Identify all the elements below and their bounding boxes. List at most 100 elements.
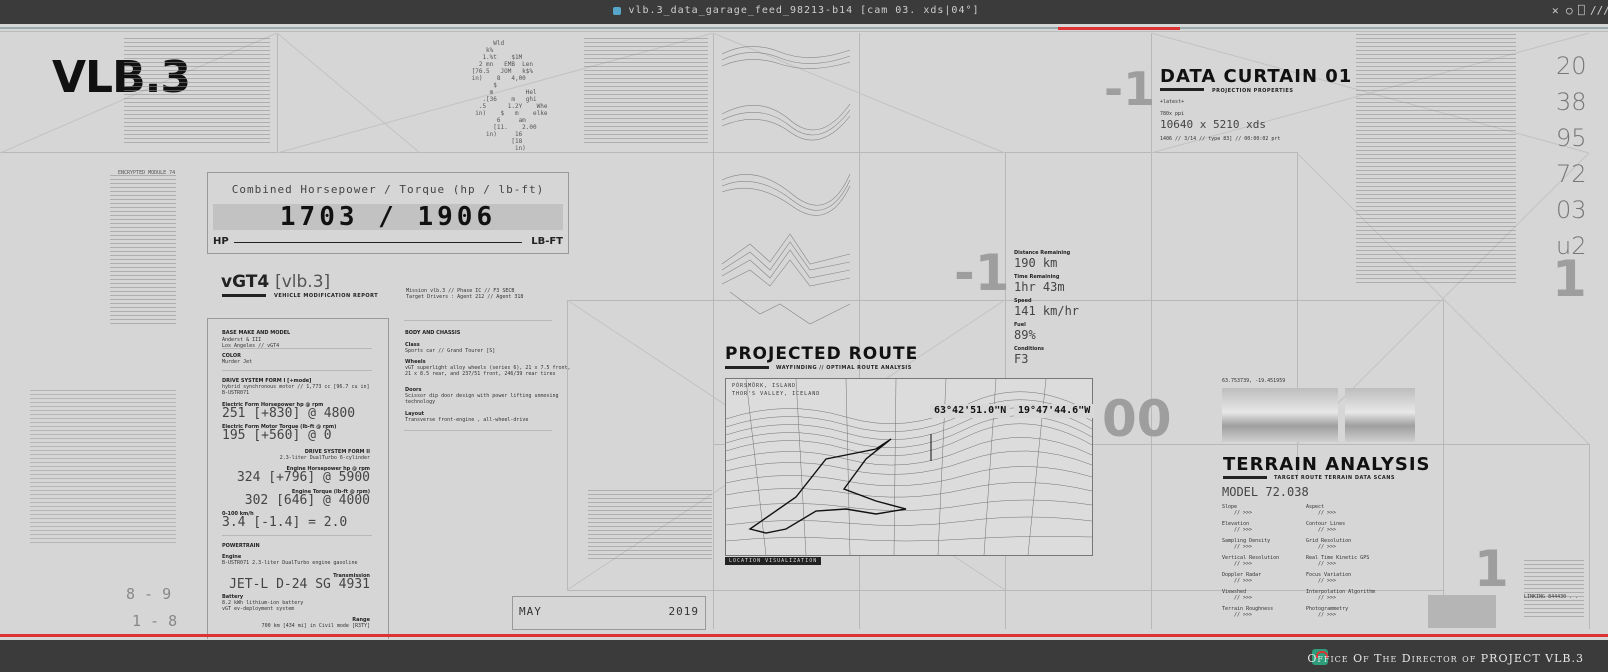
right-number: 72 [1556,160,1587,188]
terrain-param-value: // >>> [1318,561,1337,567]
drive2-value: 2.3-liter DualTurbo 6-cylinder [279,455,370,461]
terrain-param-value: // >>> [1234,510,1253,516]
big-number-b: -1 [954,244,1010,302]
terrain-param-value: // >>> [1318,578,1337,584]
right-numbers: 20 38 95 72 03 u2 [1556,48,1587,264]
latitude-readout: 63°42'51.0"N [930,404,1011,418]
terrain-param-value: // >>> [1234,527,1253,533]
data-curtain-title: DATA CURTAIN 01 [1160,66,1353,87]
divider [404,320,552,321]
range-value: 700 km [434 mi] in Civil mode [R3TY] [261,623,370,629]
divider [404,430,552,431]
terrain-right-list: Aspect// >>> Contour Lines// >>> Grid Re… [1306,504,1375,623]
powertrain-label: POWERTRAIN [222,543,260,549]
terrain-wireframes [721,46,851,325]
stat-value: 190 km [1014,256,1058,270]
big-number-a: -1 [1104,62,1156,116]
base-label: BASE MAKE AND MODEL [222,330,291,336]
divider [222,348,372,349]
terrain-param-value: // >>> [1318,510,1337,516]
terrain-param-value: // >>> [1318,612,1337,618]
text-column [1524,560,1584,620]
route-subtitle: WAYFINDING // OPTIMAL ROUTE ANALYSIS [776,365,912,371]
data-curtain-subtitle: PROJECTION PROPERTIES [1212,88,1294,94]
terrain-thumbnail [1428,595,1496,628]
title-underline [1223,476,1267,479]
big-number-d: 1 [1474,540,1509,598]
divider [222,535,372,536]
etq-value: 195 [+560] @ 0 [222,428,332,443]
right-number: u2 [1556,232,1587,260]
hp-unit: HP [213,236,229,247]
horsepower-panel: Combined Horsepower / Torque (hp / lb-ft… [207,172,569,254]
place-secondary: THOR'S VALLEY, ICELAND [732,391,821,397]
engine-value: B-USTR071 2.3-liter DualTurbo engine gas… [222,560,358,566]
terrain-param-value: // >>> [1234,612,1253,618]
horsepower-value: 1703 / 1906 [213,204,563,230]
curtain-meta: 1406 // 3/14 // type 83] // 00:00:02 prt [1160,136,1281,142]
progress-marker [1058,27,1180,30]
color-value: Murder Jet [222,359,253,365]
title-underline [725,366,769,369]
stat-value: F3 [1014,352,1029,366]
right-number: 03 [1556,196,1587,224]
body-label: BODY AND CHASSIS [405,330,461,336]
class-value: Sports car // Grand Tourer [S] [405,348,496,354]
unit-rule [234,242,522,243]
terrain-param: Real Time Kinetic GPS [1306,555,1370,561]
report-meta-2: Target Drivers : Agent 212 // Agent 318 [406,294,524,300]
left-number-b: 1 - 8 [132,612,178,630]
stat-value: 141 km/hr [1014,304,1080,318]
terrain-coords: 63.753739, -19.451959 [1222,378,1286,384]
date-month: MAY [519,605,542,618]
close-icon[interactable]: ✕ [1552,4,1559,17]
stat-value: 89% [1014,328,1036,342]
terrain-param-value: // >>> [1318,595,1337,601]
ppi-value: 780x ppi [1160,111,1185,117]
terrain-param-value: // >>> [1318,527,1337,533]
ehp2-value: 324 [+796] @ 5900 [236,470,370,485]
place-primary: PÓRSMÖRK, ISLAND [732,383,797,389]
footer-text: Office Of The Director of PROJECT VLB.3 [1307,652,1584,665]
report-subtitle: VEHICLE MODIFICATION REPORT [274,293,379,299]
longitude-readout: 19°47'44.6"W [1014,404,1095,418]
terrain-param-value: // >>> [1234,578,1253,584]
big-number-c: 00 [1102,390,1172,448]
right-number: 20 [1556,52,1587,80]
latest-label: +latest+ [1160,99,1185,105]
divider [222,370,372,371]
etq2-value: 302 [646] @ 4000 [244,493,370,508]
trans-value: JET-L D-24 SG 4931 [229,577,370,592]
text-column [110,175,176,325]
terrain-left-list: Slope// >>> Elevation// >>> Sampling Den… [1222,504,1279,623]
lbft-unit: LB-FT [531,236,563,247]
menu-icon[interactable]: /// [1590,4,1608,17]
terrain-photo-1 [1222,388,1338,442]
drive1-value: hybrid synchronous motor // 1,773 cc [96… [222,384,370,396]
window-icon[interactable]: ⎕ [1578,4,1585,17]
location-visualization-tag: LOCATION VISUALIZATION [725,557,822,565]
terrain-param-value: // >>> [1234,595,1253,601]
horsepower-label: Combined Horsepower / Torque (hp / lb-ft… [231,183,545,196]
left-number-a: 8 - 9 [126,585,172,603]
top-rule-thin [0,31,1608,32]
doors-value: Scissor dip door design with power lifti… [405,393,559,405]
title-underline [1160,88,1204,91]
route-stats: Distance Remaining 190 km Time Remaining… [1014,250,1079,366]
text-column [584,38,708,143]
top-rule [0,27,1608,29]
terrain-param: Interpolation Algorithm [1306,589,1376,595]
circle-icon[interactable]: ○ [1566,4,1573,17]
battery-value: 8.2 kWh lithium-ion battery vGT ev-deplo… [222,600,304,612]
terrain-title: TERRAIN ANALYSIS [1223,454,1431,475]
title-bar: vlb.3_data_garage_feed_98213-b14 [cam 03… [0,0,1608,24]
report-title-main: vGT4 [221,272,270,292]
terrain-subtitle: TARGET ROUTE TERRAIN DATA SCANS [1274,475,1396,481]
report-title: vGT4 [vlb.3] [221,272,330,292]
date-box: MAY 2019 [512,596,706,630]
resolution-value: 10640 x 5210 xds [1160,118,1266,131]
ehp-value: 251 [+830] @ 4800 [222,406,356,421]
number-cloud: Wld k% 1.%t $1M 2 mn EMB Len [76.5 JOM k… [471,40,548,152]
terrain-param-value: // >>> [1318,544,1337,550]
linking-status: LINKING 844430 . . [1524,594,1579,600]
